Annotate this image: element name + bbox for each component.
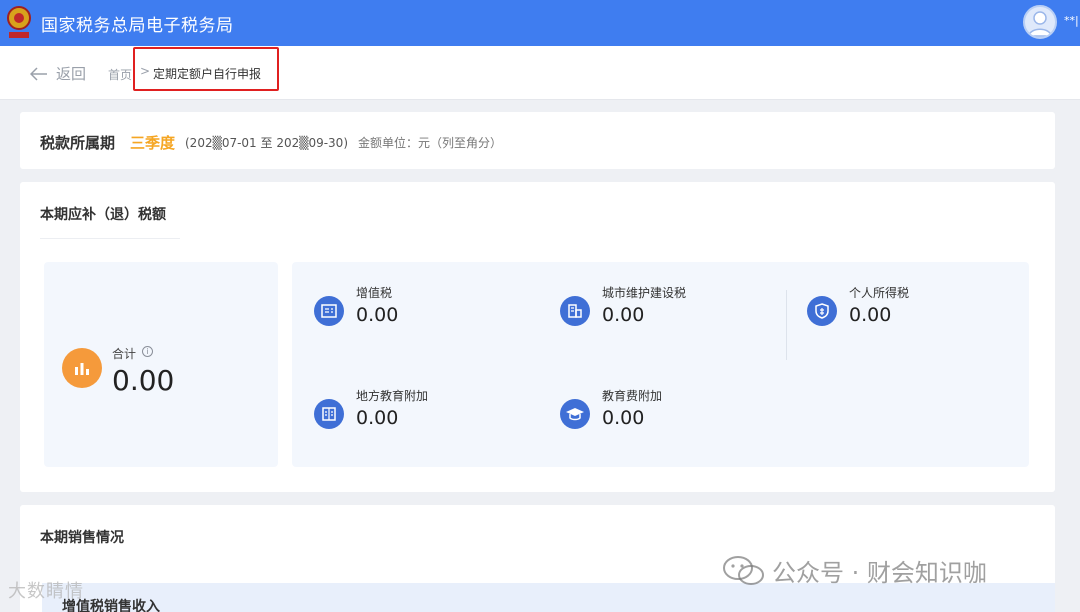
- breadcrumb-current: 定期定额户自行申报: [153, 67, 262, 81]
- tax-item-name: 增值税: [356, 286, 393, 300]
- section-title: 本期应补（退）税额: [40, 207, 166, 223]
- section-title: 本期销售情况: [40, 530, 124, 546]
- breadcrumb-separator: >: [140, 64, 151, 78]
- period-quarter: 三季度: [130, 134, 176, 152]
- tax-item-value: 0.00: [602, 304, 645, 326]
- tax-item-vat: 增值税 0.00: [314, 284, 554, 344]
- wechat-icon: [723, 555, 764, 585]
- tax-item-value: 0.00: [356, 407, 399, 429]
- tax-payable-card: 本期应补（退）税额 合计 i 0.00 增值税 0.00 城市维护建设税 0.0…: [20, 182, 1055, 492]
- arrow-left-icon: [30, 66, 47, 81]
- watermark-right: 公众号 · 财会知识咖: [722, 553, 987, 588]
- tax-items-panel: 增值税 0.00 城市维护建设税 0.00 个人所得税 0.00 地方教育附加 …: [292, 262, 1029, 467]
- nav-bar: 返回 首页 > 定期定额户自行申报: [0, 46, 1080, 100]
- period-label: 税款所属期: [40, 134, 116, 152]
- tax-item-value: 0.00: [849, 304, 892, 326]
- top-bar: 国家税务总局电子税务局 **|: [0, 0, 1080, 46]
- tax-bureau-emblem-icon: [7, 6, 31, 38]
- back-label: 返回: [56, 65, 87, 83]
- watermark-left: 大数睛情: [8, 581, 84, 602]
- tax-item-value: 0.00: [356, 304, 399, 326]
- watermark-right-text: 公众号 · 财会知识咖: [772, 559, 987, 587]
- app-title: 国家税务总局电子税务局: [41, 16, 234, 36]
- tax-item-education-surcharge: 教育费附加 0.00: [560, 387, 800, 447]
- tax-item-name: 教育费附加: [602, 389, 663, 403]
- building-icon: [560, 296, 590, 326]
- user-name[interactable]: **|: [1064, 14, 1079, 27]
- tax-item-name: 地方教育附加: [356, 389, 429, 403]
- bar-chart-icon: [62, 348, 102, 388]
- graduation-cap-icon: [560, 399, 590, 429]
- tax-item-value: 0.00: [602, 407, 645, 429]
- back-button[interactable]: 返回: [30, 63, 86, 84]
- total-value: 0.00: [112, 364, 175, 397]
- user-avatar[interactable]: [1023, 5, 1057, 39]
- amount-unit: 金额单位：元（列至角分）: [358, 136, 503, 150]
- period-range: (202▒07-01 至 202▒09-30): [185, 136, 348, 150]
- shield-tax-icon: [807, 296, 837, 326]
- breadcrumb-home[interactable]: 首页: [108, 66, 132, 83]
- tax-item-name: 城市维护建设税: [602, 286, 687, 300]
- user-icon: [1028, 11, 1052, 37]
- tax-item-name: 个人所得税: [849, 286, 910, 300]
- tax-item-urban-construction: 城市维护建设税 0.00: [560, 284, 800, 344]
- tax-item-local-education: 地方教育附加 0.00: [314, 387, 554, 447]
- total-label: 合计: [112, 347, 137, 361]
- invoice-icon: [314, 296, 344, 326]
- book-icon: [314, 399, 344, 429]
- tax-item-personal-income: 个人所得税 0.00: [807, 284, 1047, 344]
- period-card: 税款所属期 三季度 (202▒07-01 至 202▒09-30) 金额单位：元…: [20, 112, 1055, 169]
- total-panel: 合计 i 0.00: [44, 262, 278, 467]
- section-divider: [40, 238, 180, 239]
- info-icon[interactable]: i: [142, 346, 153, 357]
